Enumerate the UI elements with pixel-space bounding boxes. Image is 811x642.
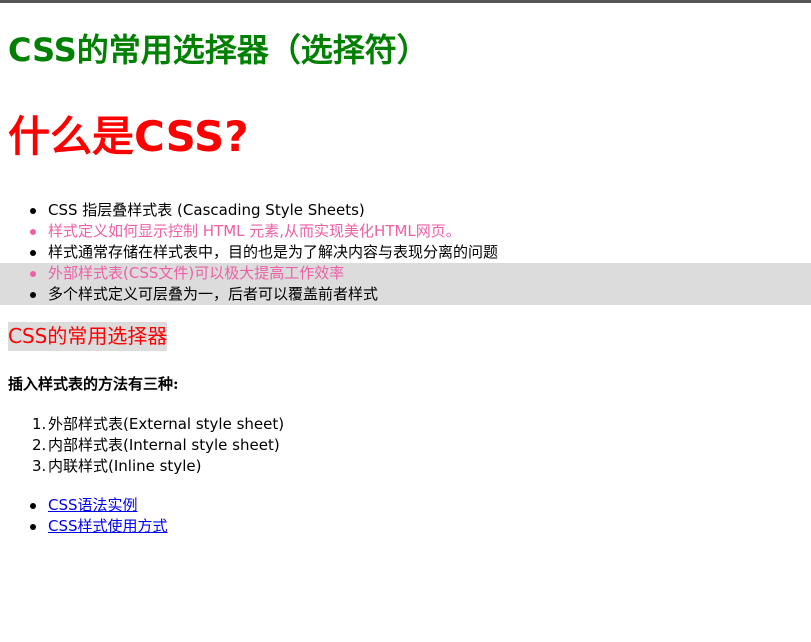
list-number: 2.: [32, 436, 47, 454]
list-number: 1.: [32, 415, 47, 433]
list-item: CSS样式使用方式: [0, 516, 168, 537]
list-item-text: 外部样式表(External style sheet): [48, 415, 285, 433]
list-item: 样式定义如何显示控制 HTML 元素,从而实现美化HTML网页。: [0, 221, 811, 242]
list-number: 3.: [32, 457, 47, 475]
list-item: 多个样式定义可层叠为一，后者可以覆盖前者样式: [0, 284, 811, 305]
what-is-css-heading: 什么是CSS?: [8, 112, 249, 161]
list-item: 3. 内联样式(Inline style): [0, 456, 284, 477]
list-item: 1. 外部样式表(External style sheet): [0, 414, 284, 435]
methods-label: 插入样式表的方法有三种:: [8, 375, 179, 393]
page-title: CSS的常用选择器（选择符）: [8, 31, 429, 69]
links-list: CSS语法实例 CSS样式使用方式: [0, 495, 168, 537]
css-syntax-example-link[interactable]: CSS语法实例: [48, 496, 138, 514]
selectors-subheading: CSS的常用选择器: [8, 322, 168, 351]
stylesheet-methods-list: 1. 外部样式表(External style sheet) 2. 内部样式表(…: [0, 414, 284, 477]
page-content: CSS的常用选择器（选择符） 什么是CSS? CSS 指层叠样式表 (Casca…: [0, 3, 811, 642]
list-item: 样式通常存储在样式表中，目的也是为了解决内容与表现分离的问题: [0, 242, 811, 263]
list-item-text: 内部样式表(Internal style sheet): [48, 436, 280, 454]
list-item: CSS语法实例: [0, 495, 168, 516]
css-style-usage-link[interactable]: CSS样式使用方式: [48, 517, 168, 535]
list-item: 2. 内部样式表(Internal style sheet): [0, 435, 284, 456]
list-item-text: 内联样式(Inline style): [48, 457, 202, 475]
css-feature-list: CSS 指层叠样式表 (Cascading Style Sheets) 样式定义…: [0, 200, 811, 305]
list-item: 外部样式表(CSS文件)可以极大提高工作效率: [0, 263, 811, 284]
list-item: CSS 指层叠样式表 (Cascading Style Sheets): [0, 200, 811, 221]
